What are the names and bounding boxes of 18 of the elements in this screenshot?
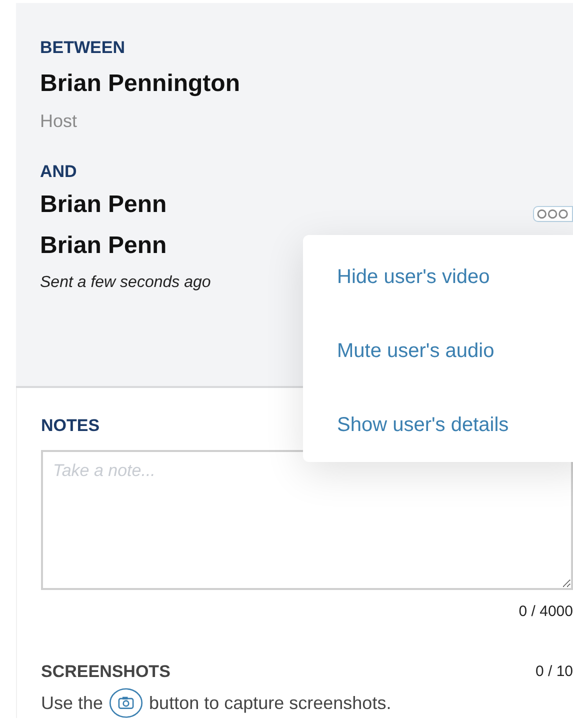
section-label: NOTES	[41, 415, 100, 437]
section-label: SCREENSHOTS	[41, 661, 170, 683]
sent-time: Sent a few seconds ago	[40, 273, 211, 293]
participant-name: Brian Penn	[40, 190, 167, 220]
participant-name: Brian Pennington	[40, 69, 240, 99]
menu-item[interactable]: Show user's details	[337, 410, 573, 440]
participant-name: Brian Penn	[40, 231, 167, 261]
hint-text: button to capture screenshots.	[149, 692, 392, 715]
hint-text: Use the	[41, 692, 104, 714]
participant-role: Host	[40, 110, 78, 133]
more-button[interactable]	[533, 206, 573, 222]
screenshot-counter: 0 / 10	[535, 662, 573, 682]
menu-item[interactable]: Hide user's video	[337, 262, 573, 292]
section-label: BETWEEN	[40, 37, 126, 59]
menu-item[interactable]: Mute user's audio	[337, 336, 573, 366]
camera-icon	[109, 688, 144, 718]
character-counter: 0 / 4000	[518, 602, 573, 622]
section-label: AND	[40, 161, 77, 183]
